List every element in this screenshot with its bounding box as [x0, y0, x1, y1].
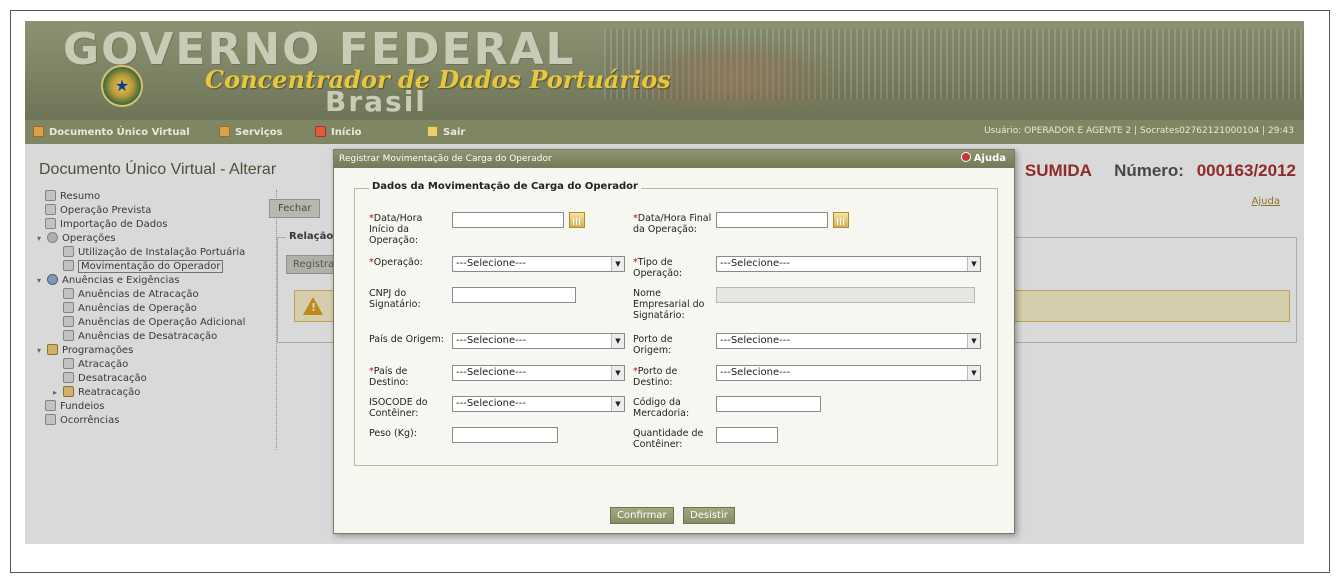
coat-of-arms-icon — [101, 65, 143, 107]
label-nome-empresarial: Nome Empresarial do Signatário: — [633, 288, 713, 321]
select-value: ---Selecione--- — [456, 367, 526, 378]
label-operacao: *Operação: — [369, 257, 449, 268]
top-menubar: Documento Único Virtual Serviços Início … — [25, 120, 1304, 144]
menu-documento-unico-virtual[interactable]: Documento Único Virtual — [33, 126, 190, 138]
select-value: ---Selecione--- — [720, 335, 790, 346]
fieldset-legend: Dados da Movimentação de Carga do Operad… — [369, 181, 641, 192]
label-text: Quantidade de Contêiner: — [633, 428, 704, 450]
calendar-inicio-icon[interactable] — [569, 212, 585, 228]
pais-destino-select[interactable]: ---Selecione--- ▼ — [452, 365, 625, 381]
cancel-button[interactable]: Desistir — [683, 507, 735, 524]
dialog-title: Registrar Movimentação de Carga do Opera… — [339, 154, 552, 164]
help-icon — [960, 152, 971, 162]
label-text: País de Destino: — [369, 366, 409, 388]
label-text: Porto de Origem: — [633, 334, 673, 356]
confirm-button[interactable]: Confirmar — [610, 507, 674, 524]
menu-inicio[interactable]: Início — [315, 126, 362, 138]
label-text: Porto de Destino: — [633, 366, 678, 388]
register-movement-dialog: Registrar Movimentação de Carga do Opera… — [333, 149, 1015, 534]
data-final-input[interactable] — [716, 212, 828, 228]
tipo-operacao-select[interactable]: ---Selecione--- ▼ — [716, 256, 981, 272]
cnpj-input[interactable] — [452, 287, 576, 303]
label-text: Tipo de Operação: — [633, 257, 683, 279]
label-pais-destino: *País de Destino: — [369, 366, 449, 388]
codigo-mercadoria-input[interactable] — [716, 396, 821, 412]
dialog-help-button[interactable]: Ajuda — [960, 150, 1006, 168]
movement-fieldset: Dados da Movimentação de Carga do Operad… — [354, 181, 998, 466]
header-banner: GOVERNO FEDERAL Concentrador de Dados Po… — [25, 21, 1304, 120]
dropdown-arrow-icon: ▼ — [611, 334, 624, 348]
label-peso: Peso (Kg): — [369, 428, 449, 439]
isocode-select[interactable]: ---Selecione--- ▼ — [452, 396, 625, 412]
help-label: Ajuda — [973, 153, 1006, 164]
dropdown-arrow-icon: ▼ — [611, 366, 624, 380]
user-session-info: Usuário: OPERADOR E AGENTE 2 | Socrates0… — [984, 126, 1294, 136]
menu-sair[interactable]: Sair — [427, 126, 465, 138]
label-text: CNPJ do Signatário: — [369, 288, 421, 310]
dropdown-arrow-icon: ▼ — [611, 257, 624, 271]
data-inicio-input[interactable] — [452, 212, 564, 228]
label-text: ISOCODE do Contêiner: — [369, 397, 428, 419]
dialog-titlebar[interactable]: Registrar Movimentação de Carga do Opera… — [334, 150, 1014, 168]
label-isocode: ISOCODE do Contêiner: — [369, 397, 449, 419]
browser-viewport: GOVERNO FEDERAL Concentrador de Dados Po… — [10, 10, 1330, 573]
label-text: Data/Hora Final da Operação: — [633, 213, 712, 235]
calendar-final-icon[interactable] — [833, 212, 849, 228]
nome-empresarial-input — [716, 287, 975, 303]
services-icon — [219, 126, 230, 137]
select-value: ---Selecione--- — [456, 258, 526, 269]
quantidade-conteiner-input[interactable] — [716, 427, 778, 443]
home-icon — [315, 126, 326, 137]
label-text: Operação: — [373, 257, 423, 268]
operacao-select[interactable]: ---Selecione--- ▼ — [452, 256, 625, 272]
label-text: Data/Hora Início da Operação: — [369, 213, 423, 246]
dropdown-arrow-icon: ▼ — [967, 366, 980, 380]
select-value: ---Selecione--- — [456, 335, 526, 346]
label-text: Peso (Kg): — [369, 428, 417, 439]
label-data-final: *Data/Hora Final da Operação: — [633, 213, 713, 235]
label-codigo-mercadoria: Código da Mercadoria: — [633, 397, 713, 419]
label-porto-origem: Porto de Origem: — [633, 334, 713, 356]
label-data-inicio: *Data/Hora Início da Operação: — [369, 213, 449, 246]
document-icon — [33, 126, 44, 137]
label-pais-origem: País de Origem: — [369, 334, 449, 345]
peso-input[interactable] — [452, 427, 558, 443]
menu-label: Sair — [443, 127, 466, 138]
porto-destino-select[interactable]: ---Selecione--- ▼ — [716, 365, 981, 381]
select-value: ---Selecione--- — [720, 258, 790, 269]
exit-icon — [427, 126, 438, 137]
pais-origem-select[interactable]: ---Selecione--- ▼ — [452, 333, 625, 349]
label-text: Código da Mercadoria: — [633, 397, 690, 419]
menu-servicos[interactable]: Serviços — [219, 126, 283, 138]
menu-label: Serviços — [235, 127, 283, 138]
dropdown-arrow-icon: ▼ — [611, 397, 624, 411]
label-text: País de Origem: — [369, 334, 444, 345]
label-tipo-operacao: *Tipo de Operação: — [633, 257, 713, 279]
label-cnpj: CNPJ do Signatário: — [369, 288, 449, 310]
select-value: ---Selecione--- — [456, 398, 526, 409]
label-quantidade-conteiner: Quantidade de Contêiner: — [633, 428, 713, 450]
label-porto-destino: *Porto de Destino: — [633, 366, 713, 388]
porto-origem-select[interactable]: ---Selecione--- ▼ — [716, 333, 981, 349]
dropdown-arrow-icon: ▼ — [967, 334, 980, 348]
banner-title-brasil: Brasil — [325, 85, 427, 118]
menu-label: Início — [331, 127, 362, 138]
label-text: Nome Empresarial do Signatário: — [633, 288, 705, 321]
banner-title-concentrador: Concentrador de Dados Portuários — [205, 65, 671, 94]
menu-label: Documento Único Virtual — [49, 127, 190, 138]
select-value: ---Selecione--- — [720, 367, 790, 378]
dropdown-arrow-icon: ▼ — [967, 257, 980, 271]
